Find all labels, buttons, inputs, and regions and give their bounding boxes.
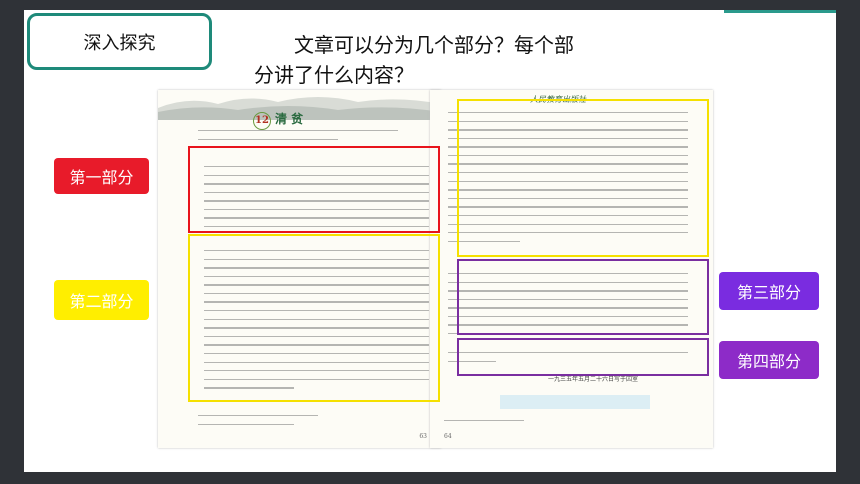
section-tab-label: 深入探究 bbox=[83, 32, 156, 54]
chapter-title: 12 清 贫 bbox=[253, 110, 303, 130]
question-line-2: 分讲了什么内容？ bbox=[254, 63, 414, 87]
part3-highlight-box bbox=[457, 259, 709, 335]
part2-highlight-box-left bbox=[188, 234, 440, 402]
page-number-right: 64 bbox=[444, 433, 452, 440]
part2-label: 第二部分 bbox=[54, 280, 149, 320]
question-text: 文章可以分为几个部分？每个部 分讲了什么内容？ bbox=[254, 30, 694, 90]
decorative-banner bbox=[500, 395, 650, 409]
top-accent-bar bbox=[724, 10, 836, 13]
section-tab: 深入探究 bbox=[27, 13, 212, 70]
part2-highlight-box-right bbox=[457, 99, 709, 257]
footnote-right bbox=[444, 420, 524, 430]
part1-label: 第一部分 bbox=[54, 158, 149, 194]
part2-label-text: 第二部分 bbox=[69, 292, 134, 311]
part4-highlight-box bbox=[457, 338, 709, 376]
page-number-left: 63 bbox=[419, 433, 427, 440]
part4-label: 第四部分 bbox=[719, 341, 819, 379]
part1-label-text: 第一部分 bbox=[69, 168, 134, 187]
part3-label-text: 第三部分 bbox=[736, 283, 801, 302]
question-line-1: 文章可以分为几个部分？每个部 bbox=[294, 33, 574, 57]
slide: 深入探究 文章可以分为几个部分？每个部 分讲了什么内容？ 12 清 贫 63 人… bbox=[24, 10, 836, 472]
footnote bbox=[198, 415, 318, 433]
part3-label: 第三部分 bbox=[719, 272, 819, 310]
chapter-number: 12 bbox=[253, 112, 271, 130]
part4-label-text: 第四部分 bbox=[736, 352, 801, 371]
chapter-title-text: 清 贫 bbox=[275, 112, 304, 126]
part1-highlight-box bbox=[188, 146, 440, 233]
